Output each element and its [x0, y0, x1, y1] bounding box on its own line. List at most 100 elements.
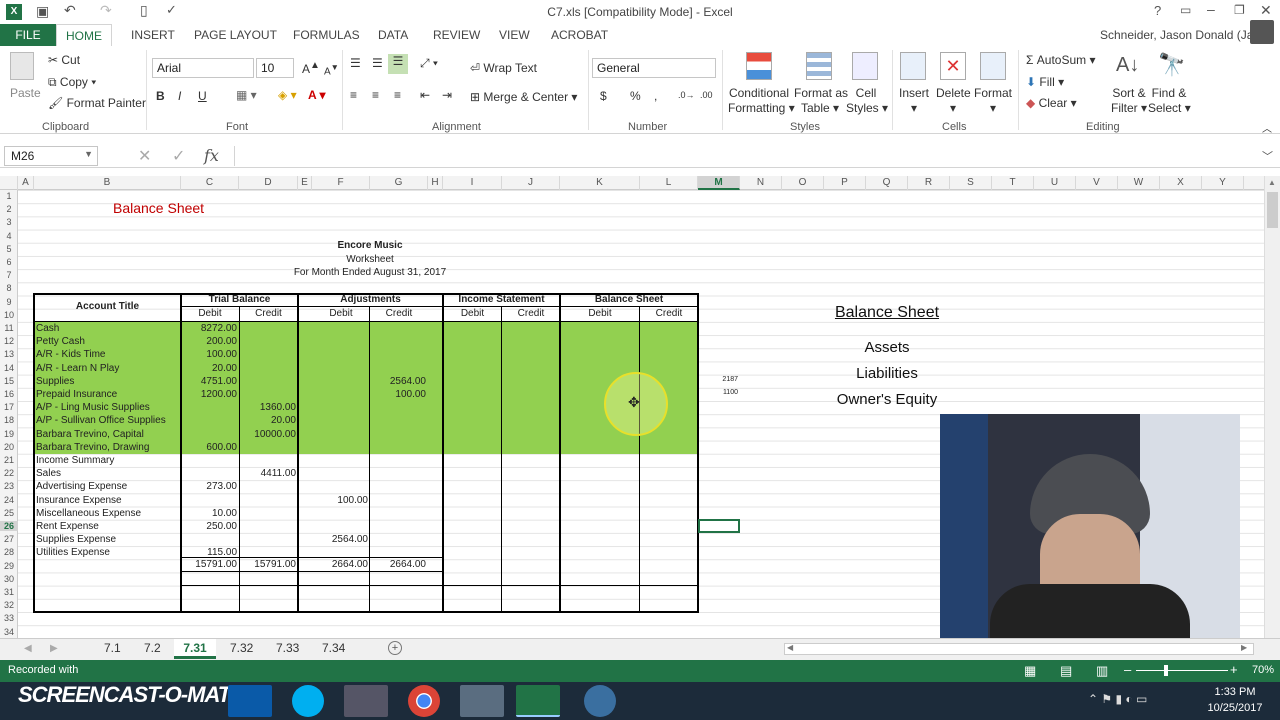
row-header[interactable]: 32 [0, 600, 18, 610]
shrink-font-icon[interactable]: A▼ [324, 62, 339, 77]
help-icon[interactable]: ? [1154, 3, 1161, 18]
col-header-l[interactable]: L [640, 176, 698, 190]
tab-acrobat[interactable]: ACROBAT [551, 28, 608, 42]
sheet-tab-7-1[interactable]: 7.1 [104, 641, 121, 655]
tab-review[interactable]: REVIEW [433, 28, 480, 42]
italic-button[interactable]: I [178, 89, 181, 103]
zoom-out-icon[interactable]: – [1124, 662, 1131, 677]
cancel-icon[interactable]: ✕ [138, 146, 151, 166]
calculator-icon[interactable] [460, 685, 504, 717]
col-header-v[interactable]: V [1076, 176, 1118, 190]
row-header[interactable]: 29 [0, 561, 18, 571]
row-header[interactable]: 9 [0, 297, 18, 307]
format-as-table-button[interactable]: Format as Table ▾ [794, 86, 848, 116]
col-header-i[interactable]: I [443, 176, 502, 190]
align-right-icon[interactable]: ≡ [394, 88, 401, 102]
format-cells-icon[interactable] [980, 52, 1006, 80]
tab-formulas[interactable]: FORMULAS [293, 28, 360, 42]
normal-view-icon[interactable]: ▦ [1024, 663, 1036, 679]
col-header-d[interactable]: D [239, 176, 298, 190]
row-header[interactable]: 8 [0, 283, 18, 293]
copy-button[interactable]: ⧉ Copy ▾ [48, 75, 96, 90]
decrease-decimal-icon[interactable]: .00 [700, 90, 713, 100]
insert-cells-icon[interactable] [900, 52, 926, 80]
delete-cells-icon[interactable]: ✕ [940, 52, 966, 80]
row-header[interactable]: 17 [0, 402, 18, 412]
col-header-j[interactable]: J [502, 176, 560, 190]
find-select-icon[interactable]: 🔭 [1158, 52, 1185, 78]
row-header[interactable]: 6 [0, 257, 18, 267]
name-box[interactable]: M26 ▼ [4, 146, 98, 166]
select-all-corner[interactable] [0, 176, 18, 190]
borders-icon[interactable]: ▦ ▾ [236, 88, 257, 102]
row-header[interactable]: 20 [0, 442, 18, 452]
row-header[interactable]: 14 [0, 363, 18, 373]
bold-button[interactable]: B [156, 89, 165, 103]
sheet-tab-7-32[interactable]: 7.32 [230, 641, 253, 655]
col-header-u[interactable]: U [1034, 176, 1076, 190]
page-break-view-icon[interactable]: ▥ [1096, 663, 1108, 679]
merge-center-button[interactable]: ⊞ Merge & Center ▾ [470, 90, 577, 104]
insert-cells-button[interactable]: Insert ▾ [898, 86, 930, 116]
user-name[interactable]: Schneider, Jason Donald (Jay) [1100, 28, 1263, 42]
chrome-icon[interactable] [408, 685, 440, 717]
tab-home[interactable]: HOME [56, 24, 112, 46]
align-middle-icon[interactable]: ☰ [372, 56, 383, 70]
col-header-b[interactable]: B [34, 176, 181, 190]
expand-formula-icon[interactable]: ﹀ [1262, 148, 1273, 164]
format-cells-button[interactable]: Format ▾ [974, 86, 1012, 116]
row-header[interactable]: 2 [0, 204, 18, 214]
col-header-y[interactable]: Y [1202, 176, 1244, 190]
format-as-table-icon[interactable] [806, 52, 832, 80]
scroll-up-icon[interactable]: ▲ [1268, 178, 1276, 187]
decrease-indent-icon[interactable]: ⇤ [420, 88, 430, 102]
tab-page-layout[interactable]: PAGE LAYOUT [194, 28, 277, 42]
row-header[interactable]: 21 [0, 455, 18, 465]
zoom-slider[interactable] [1136, 670, 1228, 671]
row-header[interactable]: 31 [0, 587, 18, 597]
align-top-icon[interactable]: ☰ [350, 56, 361, 70]
row-header[interactable]: 28 [0, 547, 18, 557]
number-format-select[interactable]: General [592, 58, 716, 78]
col-header-s[interactable]: S [950, 176, 992, 190]
add-sheet-icon[interactable]: + [388, 641, 402, 655]
row-header[interactable]: 11 [0, 323, 18, 333]
col-header-x[interactable]: X [1160, 176, 1202, 190]
font-name-select[interactable]: Arial [152, 58, 254, 78]
tab-insert[interactable]: INSERT [131, 28, 175, 42]
row-header[interactable]: 15 [0, 376, 18, 386]
col-header-g[interactable]: G [370, 176, 428, 190]
col-header-w[interactable]: W [1118, 176, 1160, 190]
row-header[interactable]: 18 [0, 415, 18, 425]
zoom-in-icon[interactable]: + [1230, 662, 1238, 677]
row-header[interactable]: 13 [0, 349, 18, 359]
snipping-tool-icon[interactable] [344, 685, 388, 717]
col-header-m[interactable]: M [698, 176, 740, 190]
tab-data[interactable]: DATA [378, 28, 408, 42]
sheet-tab-7-31[interactable]: 7.31 [174, 639, 216, 659]
clear-button[interactable]: ◆ Clear ▾ [1026, 96, 1077, 110]
conditional-formatting-icon[interactable] [746, 52, 772, 80]
page-layout-view-icon[interactable]: ▤ [1060, 663, 1072, 679]
increase-indent-icon[interactable]: ⇥ [442, 88, 452, 102]
clock-date[interactable]: 10/25/2017 [1200, 702, 1270, 714]
col-header-h[interactable]: H [428, 176, 443, 190]
format-painter-button[interactable]: 🖌 Format Painter [48, 96, 146, 110]
row-header[interactable]: 22 [0, 468, 18, 478]
sheet-tab-7-34[interactable]: 7.34 [322, 641, 345, 655]
fill-button[interactable]: ⬇ Fill ▾ [1026, 75, 1064, 89]
excel-taskbar-icon[interactable] [516, 685, 560, 717]
row-header[interactable]: 1 [0, 191, 18, 201]
row-header[interactable]: 7 [0, 270, 18, 280]
row-header[interactable]: 16 [0, 389, 18, 399]
percent-button[interactable]: % [630, 89, 641, 103]
tab-scroll-right-icon[interactable]: ▶ [50, 643, 58, 654]
row-header[interactable]: 30 [0, 574, 18, 584]
align-bottom-icon[interactable]: ☰ [388, 54, 408, 74]
sort-filter-icon[interactable]: A↓ [1116, 54, 1139, 77]
col-header-o[interactable]: O [782, 176, 824, 190]
row-header[interactable]: 27 [0, 534, 18, 544]
font-size-select[interactable]: 10 [256, 58, 294, 78]
col-header-q[interactable]: Q [866, 176, 908, 190]
comma-button[interactable]: , [654, 89, 657, 103]
